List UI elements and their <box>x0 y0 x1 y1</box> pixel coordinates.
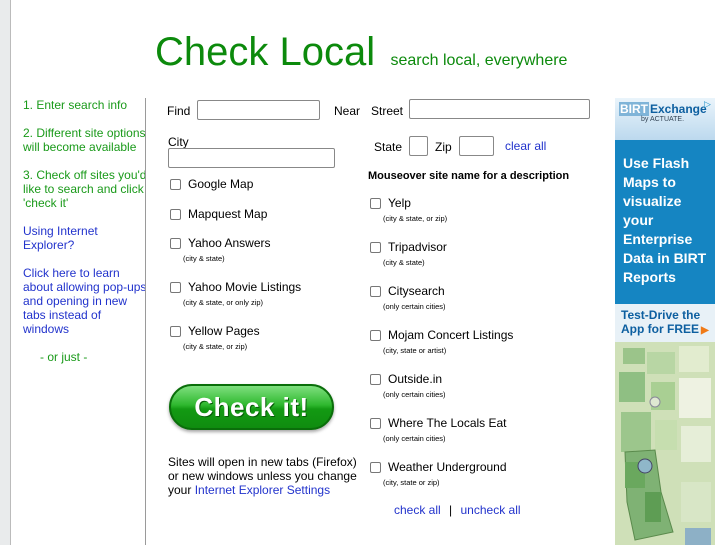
site-note: (city & state, or zip) <box>383 214 448 223</box>
site-checkbox-weather-underground[interactable]: Weather Underground <box>370 460 507 474</box>
step-3: 3. Check off sites you'd like to search … <box>23 168 147 210</box>
site-title: Check Local <box>155 30 376 74</box>
city-label: City <box>168 135 189 149</box>
street-input[interactable] <box>409 99 590 119</box>
step-2: 2. Different site options will become av… <box>23 126 146 154</box>
find-label: Find <box>167 104 191 118</box>
popups-help-link[interactable]: Click here to learn about allowing pop-u… <box>23 266 149 336</box>
street-label: Street <box>371 104 404 118</box>
checkbox[interactable] <box>370 462 381 473</box>
advertisement[interactable]: ▷ BIRT Exchange by ACTUATE. Use Flash Map… <box>615 98 715 545</box>
ad-message: Use Flash Maps to visualize your Enterpr… <box>623 155 707 285</box>
zip-input[interactable] <box>459 136 494 156</box>
state-input[interactable] <box>409 136 428 156</box>
bulk-check-links: check all | uncheck all <box>394 503 521 517</box>
ad-brand-bar: ▷ BIRT Exchange by ACTUATE. <box>615 98 715 140</box>
site-checkbox-yahoo-movie-listings[interactable]: Yahoo Movie Listings <box>170 280 301 294</box>
site-checkbox-mapquest-map[interactable]: Mapquest Map <box>170 207 267 221</box>
site-label[interactable]: Yelp <box>388 196 411 210</box>
site-note: (city, state or artist) <box>383 346 447 355</box>
site-label[interactable]: Mojam Concert Listings <box>388 328 513 342</box>
site-note: (city & state) <box>183 254 225 263</box>
site-checkbox-yelp[interactable]: Yelp <box>370 196 411 210</box>
ad-cta-button[interactable]: Test-Drive the App for FREE ▶ <box>615 304 715 342</box>
checkbox[interactable] <box>370 198 381 209</box>
checkbox[interactable] <box>170 326 181 337</box>
site-tagline: search local, everywhere <box>390 52 568 69</box>
find-input[interactable] <box>197 100 320 120</box>
site-note: (only certain cities) <box>383 302 446 311</box>
site-note: (city & state, or zip) <box>183 342 248 351</box>
site-label[interactable]: Yellow Pages <box>188 324 260 338</box>
city-input[interactable] <box>168 148 335 168</box>
column-divider <box>145 98 146 545</box>
zip-label: Zip <box>435 140 452 154</box>
ad-brand-suffix: Exchange <box>650 102 707 116</box>
site-checkbox-mojam-concert-listings[interactable]: Mojam Concert Listings <box>370 328 513 342</box>
mouseover-hint: Mouseover site name for a description <box>368 170 570 182</box>
map-illustration <box>615 342 715 545</box>
ad-by-line: by ACTUATE. <box>641 116 685 123</box>
step-1: 1. Enter search info <box>23 98 128 112</box>
checkbox[interactable] <box>170 282 181 293</box>
site-label[interactable]: Outside.in <box>388 372 442 386</box>
open-info-text: Sites will open in new tabs (Firefox) or… <box>168 455 368 497</box>
checkbox[interactable] <box>370 242 381 253</box>
site-checkbox-yellow-pages[interactable]: Yellow Pages <box>170 324 260 338</box>
ie-question-link[interactable]: Using Internet Explorer? <box>23 224 149 252</box>
site-checkbox-google-map[interactable]: Google Map <box>170 177 253 191</box>
site-label[interactable]: Yahoo Answers <box>188 236 271 250</box>
state-label: State <box>374 140 403 154</box>
checkbox[interactable] <box>370 374 381 385</box>
site-label[interactable]: Yahoo Movie Listings <box>188 280 301 294</box>
site-note: (city & state, or only zip) <box>183 298 264 307</box>
or-just-text: - or just - <box>40 350 88 364</box>
ad-brand-prefix: BIRT <box>619 102 649 116</box>
site-label[interactable]: Weather Underground <box>388 460 507 474</box>
adchoices-icon[interactable]: ▷ <box>704 100 713 109</box>
site-label[interactable]: Google Map <box>188 177 253 191</box>
checkbox[interactable] <box>370 330 381 341</box>
site-note: (only certain cities) <box>383 434 446 443</box>
ie-settings-link[interactable]: Internet Explorer Settings <box>195 483 330 497</box>
ad-brand: BIRT Exchange <box>619 102 711 116</box>
site-note: (city & state) <box>383 258 425 267</box>
site-note: (only certain cities) <box>383 390 446 399</box>
link-separator: | <box>449 503 453 517</box>
site-checkbox-outside-in[interactable]: Outside.in <box>370 372 442 386</box>
site-checkbox-tripadvisor[interactable]: Tripadvisor <box>370 240 447 254</box>
site-label[interactable]: Mapquest Map <box>188 207 267 221</box>
clear-all-link[interactable]: clear all <box>505 139 546 153</box>
site-checkbox-citysearch[interactable]: Citysearch <box>370 284 445 298</box>
ad-cta-label[interactable]: Test-Drive the App for FREE <box>621 308 700 336</box>
page: Check Local search local, everywhere 1. … <box>10 0 727 545</box>
ad-map-image <box>615 342 715 545</box>
site-checkbox-yahoo-answers[interactable]: Yahoo Answers <box>170 236 271 250</box>
checkbox[interactable] <box>370 286 381 297</box>
checkbox[interactable] <box>170 179 181 190</box>
check-all-link[interactable]: check all <box>394 503 441 517</box>
near-label: Near <box>334 104 361 118</box>
checkbox[interactable] <box>370 418 381 429</box>
instructions-panel: 1. Enter search info 2. Different site o… <box>23 98 149 364</box>
site-header: Check Local search local, everywhere <box>155 30 567 75</box>
site-note: (city, state or zip) <box>383 478 440 487</box>
site-label[interactable]: Tripadvisor <box>388 240 447 254</box>
site-checkbox-where-the-locals-eat[interactable]: Where The Locals Eat <box>370 416 507 430</box>
checkbox[interactable] <box>170 209 181 220</box>
arrow-right-icon: ▶ <box>701 325 709 336</box>
site-label[interactable]: Citysearch <box>388 284 445 298</box>
check-it-button[interactable]: Check it! <box>169 384 334 430</box>
checkbox[interactable] <box>170 238 181 249</box>
uncheck-all-link[interactable]: uncheck all <box>461 503 521 517</box>
site-label[interactable]: Where The Locals Eat <box>388 416 507 430</box>
